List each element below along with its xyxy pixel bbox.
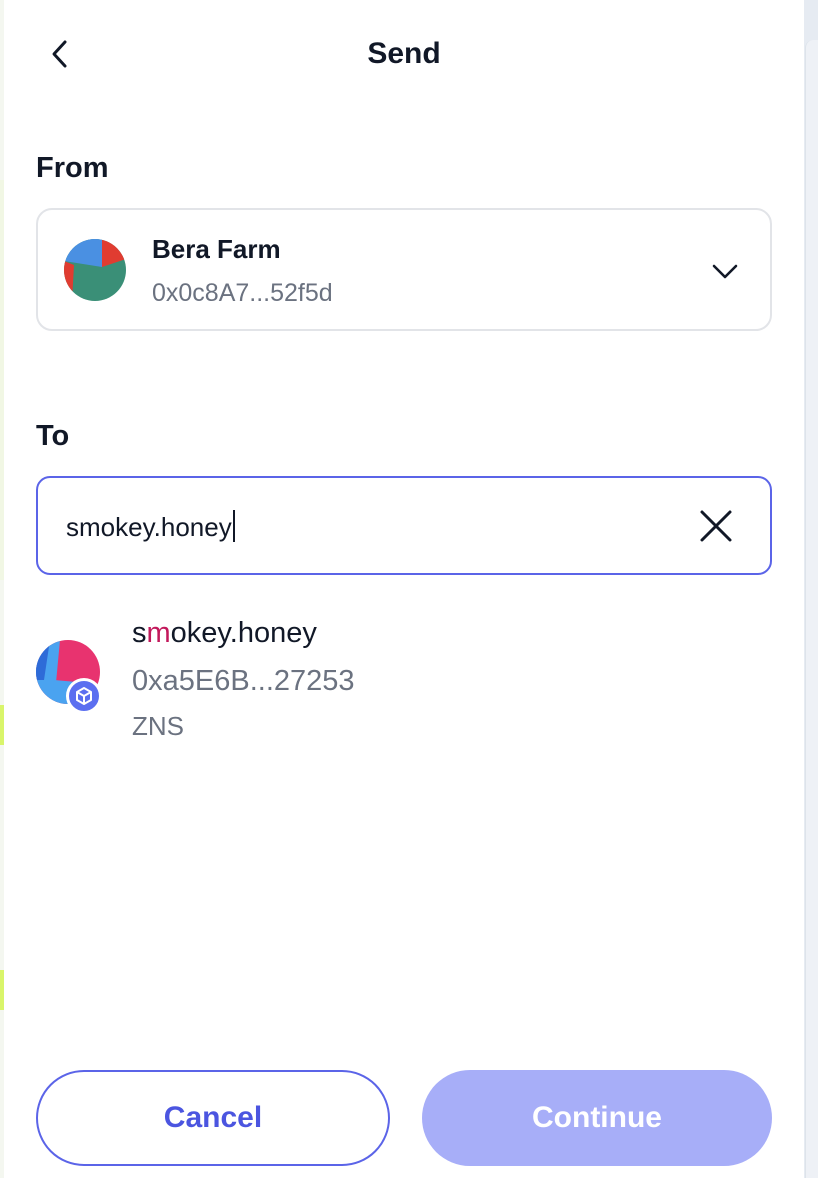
background-card-edge (805, 40, 818, 1178)
send-panel: Send From Bera Farm 0x0c8A7...52f5d To s… (4, 0, 804, 1178)
from-account-selector[interactable]: Bera Farm 0x0c8A7...52f5d (36, 208, 772, 331)
close-icon[interactable] (696, 506, 736, 546)
page-title: Send (367, 37, 441, 70)
from-label: From (36, 152, 109, 184)
to-label: To (36, 420, 70, 452)
cube-icon (66, 678, 102, 714)
recipient-suggestion[interactable]: smokey.honey 0xa5E6B...27253 ZNS (34, 610, 774, 750)
recipient-address: 0xa5E6B...27253 (132, 665, 355, 697)
text-caret (232, 510, 235, 542)
recipient-name-prefix: s (132, 617, 147, 649)
recipient-input-value[interactable]: smokey.honey (66, 510, 235, 544)
account-avatar (64, 239, 126, 301)
cancel-button[interactable]: Cancel (36, 1070, 390, 1166)
chevron-down-icon (712, 264, 738, 279)
recipient-input[interactable]: smokey.honey (36, 476, 772, 575)
continue-button[interactable]: Continue (422, 1070, 772, 1166)
recipient-input-text: smokey.honey (66, 512, 232, 542)
recipient-name-match: m (146, 617, 171, 649)
recipient-name-suffix: okey.honey (170, 617, 317, 649)
recipient-name: smokey.honey (132, 616, 317, 650)
account-address: 0x0c8A7...52f5d (152, 279, 333, 307)
recipient-source: ZNS (132, 711, 184, 741)
header: Send (4, 18, 804, 90)
account-name: Bera Farm (152, 234, 281, 264)
